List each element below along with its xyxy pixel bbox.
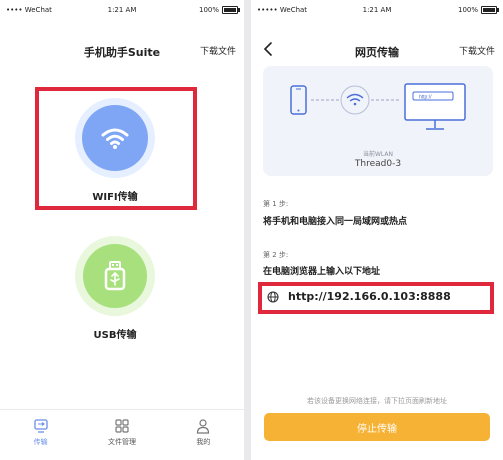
phone-wifi-computer-illustration: http://: [290, 83, 466, 130]
nav-bar: 网页传输 下载文件: [251, 36, 503, 62]
grid-icon: [115, 419, 129, 433]
tab-bar: 传输 文件管理 我的: [0, 409, 244, 460]
download-files-link[interactable]: 下载文件: [200, 44, 236, 57]
step1-label: 第 1 步:: [263, 200, 289, 208]
tab-file-manager-label: 文件管理: [107, 438, 136, 446]
url-highlight-box: [258, 282, 494, 314]
right-phone-screen: ••••• WeChat 1:21 AM 100% 网页传输 下载文件 http…: [251, 0, 503, 460]
battery-percent: 100%: [457, 6, 478, 14]
current-wlan-label: 当前WLAN: [362, 151, 393, 158]
stop-transfer-button[interactable]: 停止传输: [264, 413, 490, 441]
connection-diagram: http:// 当前WLAN Thread0-3: [263, 66, 493, 176]
usb-transfer-button[interactable]: [75, 236, 155, 316]
tab-transfer-label: 传输: [33, 438, 48, 446]
person-icon: [197, 419, 210, 434]
usb-icon: [104, 261, 126, 291]
refresh-hint: 若该设备更换网络连接，请下拉页面刷新地址: [307, 397, 447, 405]
wifi-router-icon: [340, 85, 370, 115]
battery-status: 100%: [457, 6, 499, 14]
tab-transfer[interactable]: 传输: [0, 410, 81, 460]
nav-bar: 手机助手Suite 下载文件: [0, 36, 244, 62]
computer-monitor-icon: [404, 83, 466, 130]
tab-mine-label: 我的: [196, 438, 211, 446]
wifi-highlight-box: [35, 87, 197, 210]
left-phone-screen: •••• WeChat 1:21 AM 100% 手机助手Suite 下载文件 …: [0, 0, 244, 460]
wlan-ssid: Thread0-3: [354, 159, 402, 169]
download-files-link[interactable]: 下载文件: [459, 44, 495, 57]
tab-file-manager[interactable]: 文件管理: [81, 410, 162, 460]
battery-percent: 100%: [198, 6, 219, 14]
step2-text: 在电脑浏览器上输入以下地址: [263, 267, 381, 277]
usb-transfer-label: USB传输: [93, 330, 137, 341]
step1-text: 将手机和电脑接入同一局域网或热点: [263, 217, 408, 227]
battery-status: 100%: [198, 6, 240, 14]
monitor-url-text: http://: [419, 95, 432, 101]
transfer-icon: [34, 419, 48, 433]
tab-mine[interactable]: 我的: [163, 410, 244, 460]
battery-icon: [481, 6, 499, 14]
phone-icon: [290, 85, 307, 115]
status-bar: ••••• WeChat 1:21 AM 100%: [251, 4, 503, 18]
status-bar: •••• WeChat 1:21 AM 100%: [0, 4, 244, 18]
step2-label: 第 2 步:: [263, 251, 289, 259]
battery-icon: [222, 6, 240, 14]
usb-button-inner: [83, 244, 147, 308]
